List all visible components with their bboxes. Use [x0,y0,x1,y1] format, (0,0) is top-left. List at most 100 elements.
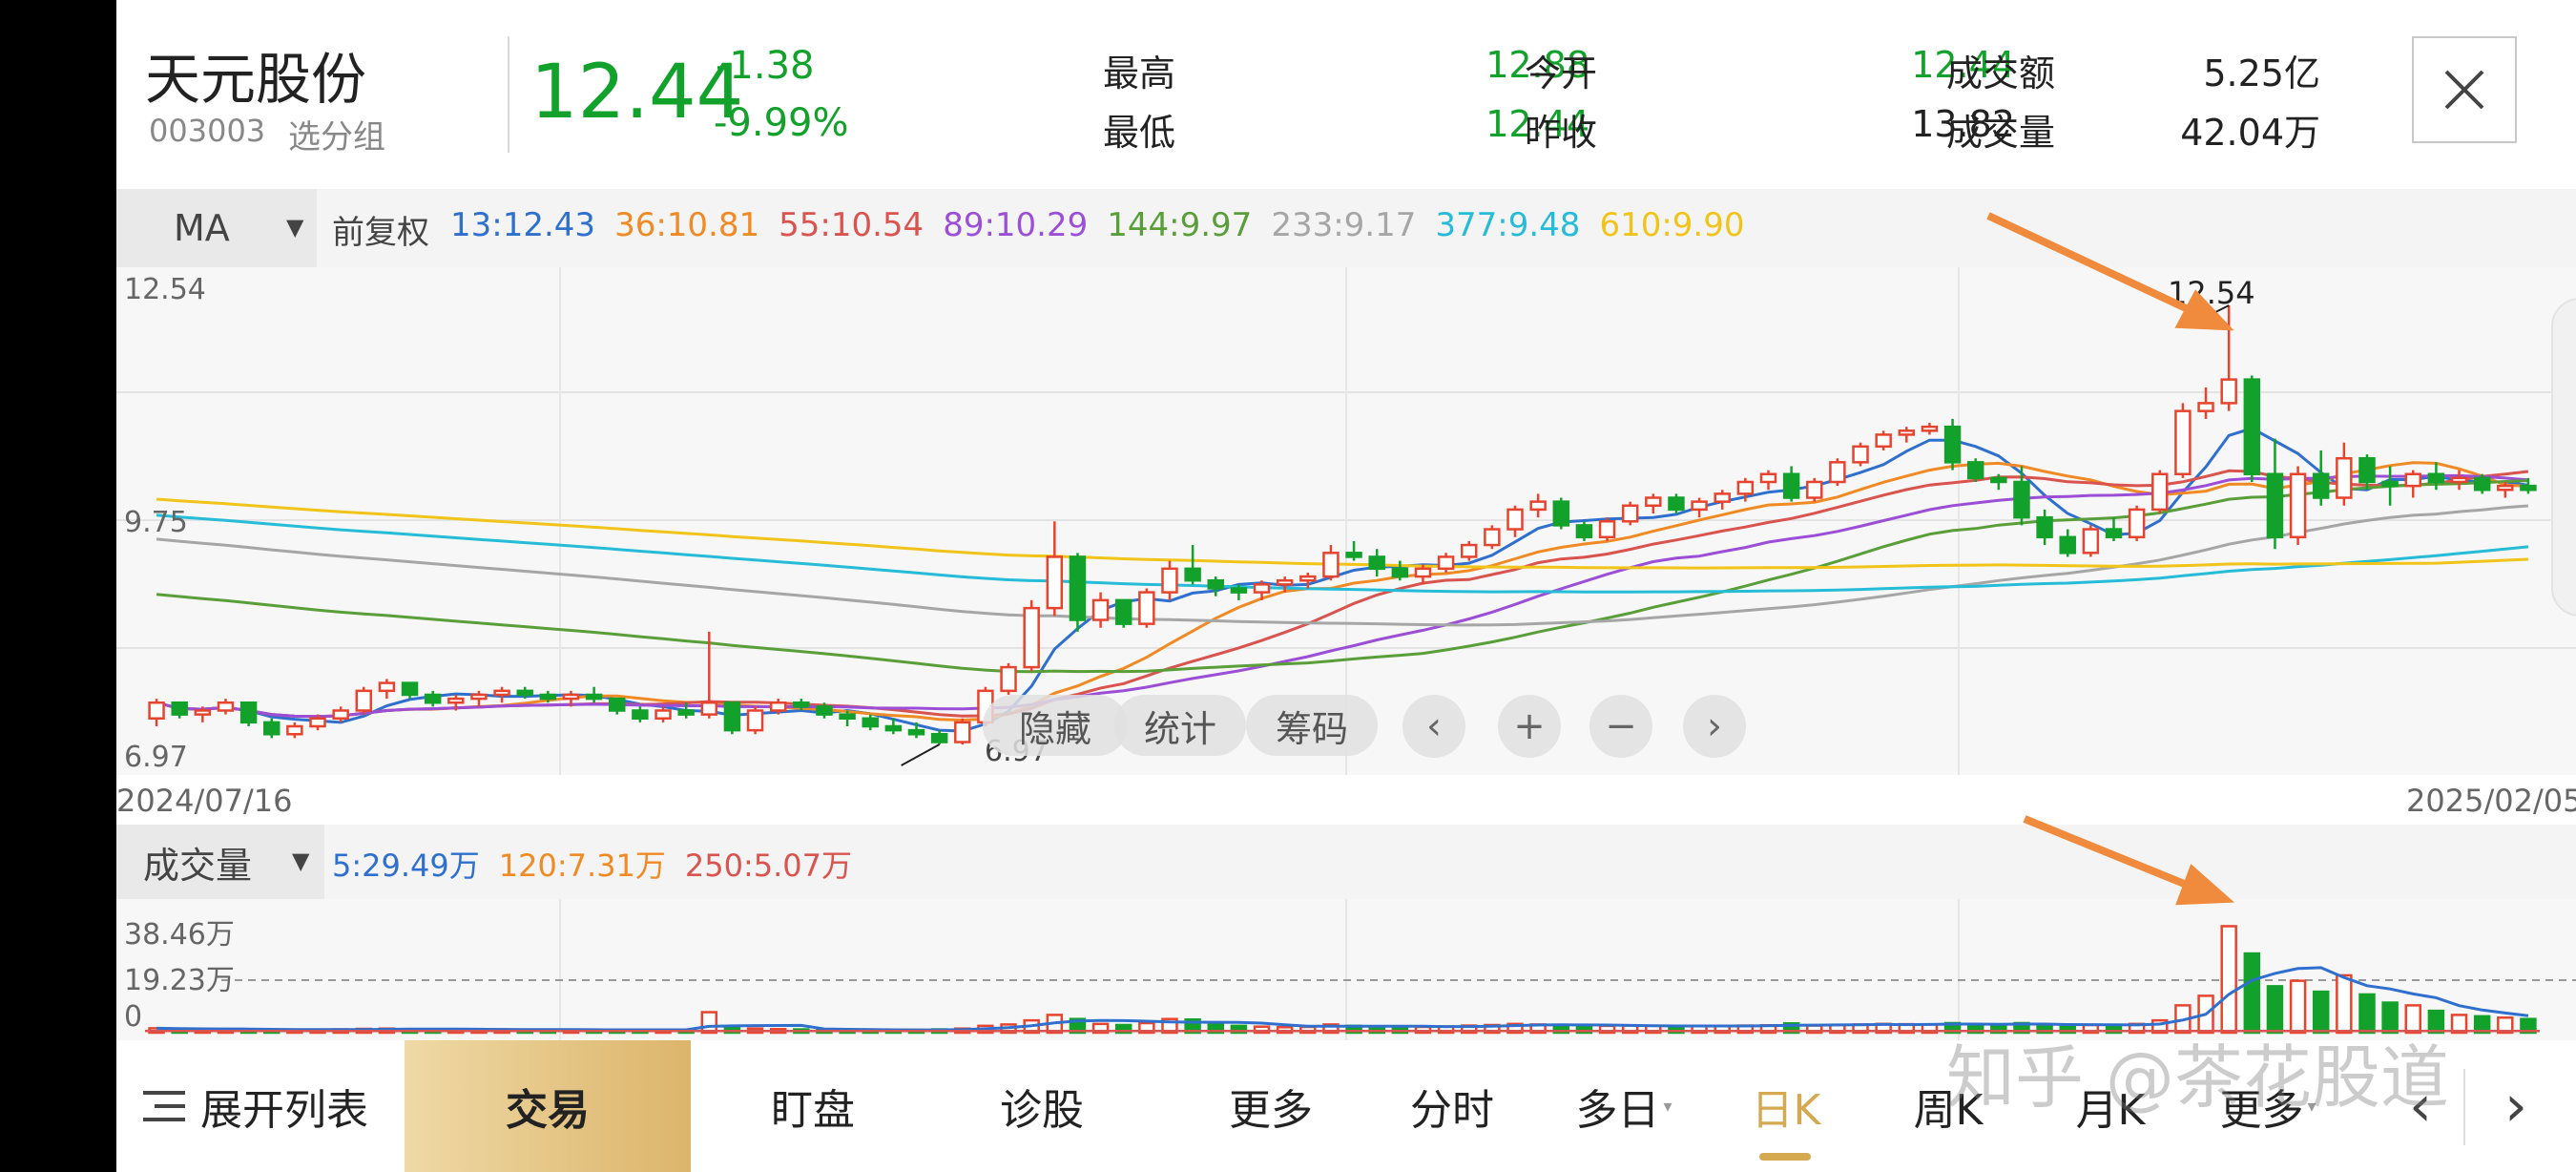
volume-label: 成交量 [1946,112,2056,154]
chevron-left-icon[interactable]: ‹ [1402,695,1465,758]
candle-up [1322,552,1340,578]
ma-indicator-bar: MA ▼ 前复权 13:12.43 36:10.81 55:10.54 89:10.2… [116,189,2576,267]
volume-bar-up [2220,925,2237,1035]
candle-down [1114,598,1132,625]
chips-button[interactable]: 筹码 [1246,695,1378,756]
zoom-in-icon[interactable]: + [1498,695,1561,758]
price-change: -1.38 [716,44,815,88]
candle-up [1414,567,1432,578]
price-change-pct: -9.99% [714,101,849,145]
candle-down [1552,500,1570,527]
candle-up [286,724,303,736]
zoom-out-icon[interactable]: − [1589,695,1652,758]
ma-selector-label: MA [174,207,230,249]
candle-up [1806,480,1823,499]
chevron-right-icon[interactable]: › [1683,695,1746,758]
amount-label: 成交额 [1946,52,2056,94]
candle-down [585,693,603,701]
volume-ma-values: 5:29.49万 120:7.31万 250:5.07万 [332,842,852,886]
more-button[interactable]: 更多 [1156,1040,1385,1172]
candle-up [654,709,672,720]
candle-up [493,689,510,697]
candle-up [1852,445,1869,464]
candle-up [2404,472,2421,488]
volume-value: 42.04万 [2180,112,2320,154]
stats-button[interactable]: 统计 [1114,695,1246,756]
candle-up [746,709,764,732]
ma-line-55 [156,469,2529,719]
quote-header: 天元股份 003003 选分组 12.44 -1.38 -9.99% 最高 12… [116,0,2576,187]
expand-list-button[interactable]: 展开列表 [116,1040,393,1172]
candle-up [309,717,326,728]
candle-up [2497,484,2514,492]
select-group-link[interactable]: 选分组 [288,111,385,157]
candle-up [470,693,488,701]
ma-selector[interactable]: MA ▼ [116,189,317,267]
stock-name: 天元股份 [145,47,367,112]
candle-up [2174,409,2192,475]
volume-plot [145,925,2576,1035]
candle-down [862,717,879,728]
candle-up [1875,433,1892,449]
ma-value-item: 233:9.17 [1271,206,1417,244]
bottom-toolbar: 展开列表 交易 盯盘 诊股 更多 分时 多日 ▾ 日K 周K 月K 更多 ▾ ‹… [116,1037,2576,1172]
chevron-right-icon[interactable]: › [2473,1040,2559,1172]
amount-value: 5.25亿 [2203,52,2320,94]
candle-up [2197,402,2214,412]
stock-code: 003003 [149,113,266,149]
trade-button[interactable]: 交易 [405,1040,691,1172]
ma-line-377 [156,513,2529,594]
candle-down [2473,476,2491,492]
candle-up [1437,555,1455,571]
candle-up [769,701,787,712]
candle-down [2312,472,2330,499]
volume-selector[interactable]: 成交量 ▼ [116,825,324,899]
tab-multi-day[interactable]: 多日 ▾ [1538,1040,1710,1172]
adjust-mode[interactable]: 前复权 [332,206,429,253]
hide-button[interactable]: 隐藏 [983,695,1128,756]
date-end: 2025/02/05 [2406,783,2576,819]
candle-down [2266,472,2284,539]
candle-down [1184,567,1201,582]
side-drawer-handle[interactable] [2551,298,2576,617]
expand-list-label: 展开列表 [200,1086,368,1135]
ma-line-13 [156,427,2529,733]
candle-up [1898,429,1916,436]
candle-down [539,693,557,701]
candle-down [171,701,188,716]
candle-down [239,701,258,724]
prev-close-label: 昨收 [1525,112,1598,154]
candle-up [1645,496,1662,508]
candle-down [2381,480,2399,488]
candle-up [148,701,165,720]
date-axis: 2024/07/16 2025/02/05 [116,775,2576,825]
volume-ma-value-item: 120:7.31万 [498,848,666,884]
volume-bar-up [700,1011,718,1035]
volume-chart[interactable]: 38.46万 19.23万 0 [116,899,2576,1040]
high-label: 最高 [1103,52,1176,94]
candle-down [609,697,626,712]
ma-value-item: 144:9.97 [1107,206,1253,244]
candle-up [355,689,373,712]
candle-up [2289,472,2307,539]
candle-up [1921,425,1939,432]
watch-button[interactable]: 盯盘 [698,1040,927,1172]
candle-up [1299,575,1317,582]
candle-up [1000,665,1017,693]
candle-down [2036,515,2053,539]
volume-ma-value-item: 250:5.07万 [684,848,853,884]
candle-down [1069,555,1087,621]
vol-y-zero-label: 0 [124,1000,143,1034]
candle-down [1966,461,1984,480]
low-label: 最低 [1103,112,1176,154]
candle-up [1138,591,1155,625]
candle-down [2059,535,2076,555]
candle-down [1782,472,1800,499]
candle-up [332,709,349,720]
candle-up [2450,476,2468,484]
diagnose-button[interactable]: 诊股 [927,1040,1156,1172]
close-button[interactable] [2412,36,2517,143]
candle-down [2358,456,2376,484]
tab-intraday[interactable]: 分时 [1357,1040,1548,1172]
candle-up [2128,508,2146,539]
